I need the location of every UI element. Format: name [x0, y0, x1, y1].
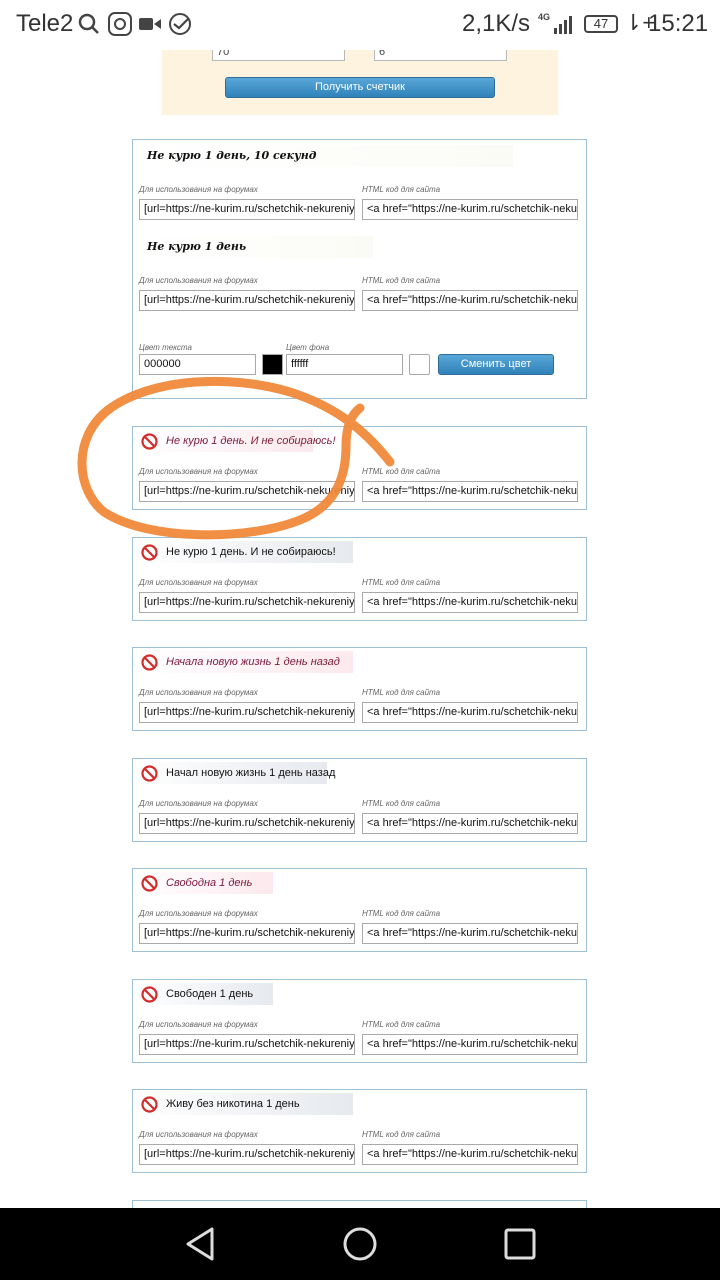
html-label: HTML код для сайта — [362, 1020, 441, 1029]
html-code-field[interactable]: <a href="https://ne-kurim.ru/schetchik-n… — [362, 592, 578, 613]
forum-code-field[interactable]: [url=https://ne-kurim.ru/schetchik-nekur… — [139, 592, 355, 613]
html-label: HTML код для сайта — [362, 276, 441, 285]
text-color-label: Цвет текста — [139, 343, 192, 352]
forum-code-field[interactable]: [url=https://ne-kurim.ru/schetchik-nekur… — [139, 923, 355, 944]
html-code-field[interactable]: <a href="https://ne-kurim.ru/schetchik-n… — [362, 702, 578, 723]
counter-card: Начала новую жизнь 1 день назад Для испол… — [132, 647, 587, 731]
html-code-field[interactable]: <a href="https://ne-kurim.ru/schetchik-n… — [362, 923, 578, 944]
no-smoking-icon — [141, 1096, 158, 1113]
text-color-swatch[interactable] — [262, 354, 283, 375]
html-label: HTML код для сайта — [362, 1130, 441, 1139]
search-icon — [78, 13, 99, 34]
no-smoking-icon — [141, 875, 158, 892]
counter-banner: Начал новую жизнь 1 день назад — [137, 762, 335, 784]
custom-counter-card: Не курю 1 день, 10 секунд Для использова… — [132, 139, 587, 399]
forum-code-field[interactable]: [url=https://ne-kurim.ru/schetchik-nekur… — [139, 481, 355, 502]
bg-color-swatch[interactable] — [409, 354, 430, 375]
counter-card: Не курю 1 день. И не собираюсь! Для испол… — [132, 426, 587, 510]
html-label: HTML код для сайта — [362, 467, 441, 476]
no-smoking-icon — [141, 433, 158, 450]
html-code-field[interactable]: <a href="https://ne-kurim.ru/schetchik-n… — [362, 813, 578, 834]
battery-level: 47 — [593, 16, 609, 31]
counter-banner: Не курю 1 день. И не собираюсь! — [137, 541, 353, 563]
back-icon[interactable] — [184, 1226, 216, 1262]
signal-icon — [554, 16, 572, 34]
forum-label: Для использования на форумах — [139, 1130, 258, 1139]
counter-banner: Не курю 1 день — [137, 236, 373, 258]
no-smoking-icon — [141, 544, 158, 561]
sberbank-icon — [169, 13, 191, 35]
counter-banner: Начала новую жизнь 1 день назад — [137, 651, 353, 673]
text-color-input[interactable]: 000000 — [139, 354, 256, 375]
forum-code-field[interactable]: [url=https://ne-kurim.ru/schetchik-nekur… — [139, 702, 355, 723]
forum-code-field[interactable]: [url=https://ne-kurim.ru/schetchik-nekur… — [139, 1144, 355, 1165]
navigation-bar — [0, 1208, 720, 1280]
html-label: HTML код для сайта — [362, 909, 441, 918]
bg-color-input[interactable]: ffffff — [286, 354, 403, 375]
days-input[interactable]: 70 — [212, 50, 345, 61]
bg-color-label: Цвет фона — [286, 343, 330, 352]
counter-card: Свободна 1 день Для использования на фору… — [132, 868, 587, 952]
forum-code-field[interactable]: [url=https://ne-kurim.ru/schetchik-nekur… — [139, 813, 355, 834]
network-type: 4G — [538, 12, 551, 22]
counter-banner: Свободен 1 день — [137, 983, 273, 1005]
network-speed: 2,1K/s — [462, 10, 531, 37]
video-camera-icon — [139, 18, 161, 30]
forum-label: Для использования на форумах — [139, 799, 258, 808]
screenshot-app-icon — [108, 12, 132, 36]
battery-icon: 47 — [584, 15, 618, 33]
counter-card: Не курю 1 день. И не собираюсь! Для испол… — [132, 537, 587, 621]
forum-label: Для использования на форумах — [139, 688, 258, 697]
no-smoking-icon — [141, 654, 158, 671]
home-icon[interactable] — [342, 1226, 378, 1262]
clock: 15:21 — [648, 10, 709, 37]
counter-banner: Свободна 1 день — [137, 872, 273, 894]
forum-label: Для использования на форумах — [139, 909, 258, 918]
html-code-field[interactable]: <a href="https://ne-kurim.ru/schetchik-n… — [362, 290, 578, 311]
carrier-name: Tele2 — [16, 10, 74, 37]
counter-form: 70 6 Получить счетчик — [162, 50, 558, 115]
html-code-field[interactable]: <a href="https://ne-kurim.ru/schetchik-n… — [362, 1144, 578, 1165]
get-counter-button[interactable]: Получить счетчик — [225, 77, 495, 98]
html-code-field[interactable]: <a href="https://ne-kurim.ru/schetchik-n… — [362, 199, 578, 220]
forum-label: Для использования на форумах — [139, 1020, 258, 1029]
no-smoking-icon — [141, 765, 158, 782]
hours-input[interactable]: 6 — [374, 50, 507, 61]
change-color-button[interactable]: Сменить цвет — [438, 354, 554, 375]
html-code-field[interactable]: <a href="https://ne-kurim.ru/schetchik-n… — [362, 481, 578, 502]
web-page: 70 6 Получить счетчик Не курю 1 день, 10… — [0, 50, 720, 1208]
html-label: HTML код для сайта — [362, 799, 441, 808]
forum-label: Для использования на форумах — [139, 578, 258, 587]
counter-card — [132, 1200, 587, 1208]
counter-banner: Живу без никотина 1 день — [137, 1093, 353, 1115]
forum-label: Для использования на форумах — [139, 185, 258, 194]
forum-code-field[interactable]: [url=https://ne-kurim.ru/schetchik-nekur… — [139, 290, 355, 311]
no-smoking-icon — [141, 986, 158, 1003]
counter-card: Живу без никотина 1 день Для использовани… — [132, 1089, 587, 1173]
counter-banner: Не курю 1 день, 10 секунд — [137, 145, 513, 167]
counter-card: Свободен 1 день Для использования на фору… — [132, 979, 587, 1063]
html-label: HTML код для сайта — [362, 688, 441, 697]
html-label: HTML код для сайта — [362, 578, 441, 587]
counter-card: Начал новую жизнь 1 день назад Для исполь… — [132, 758, 587, 842]
forum-code-field[interactable]: [url=https://ne-kurim.ru/schetchik-nekur… — [139, 1034, 355, 1055]
forum-code-field[interactable]: [url=https://ne-kurim.ru/schetchik-nekur… — [139, 199, 355, 220]
counter-banner: Не курю 1 день. И не собираюсь! — [137, 430, 336, 452]
html-code-field[interactable]: <a href="https://ne-kurim.ru/schetchik-n… — [362, 1034, 578, 1055]
forum-label: Для использования на форумах — [139, 276, 258, 285]
recent-apps-icon[interactable] — [504, 1228, 536, 1260]
html-label: HTML код для сайта — [362, 185, 441, 194]
forum-label: Для использования на форумах — [139, 467, 258, 476]
status-bar: Tele2 2,1K/s 4G 47 ⇂+ 15:21 — [0, 0, 720, 50]
